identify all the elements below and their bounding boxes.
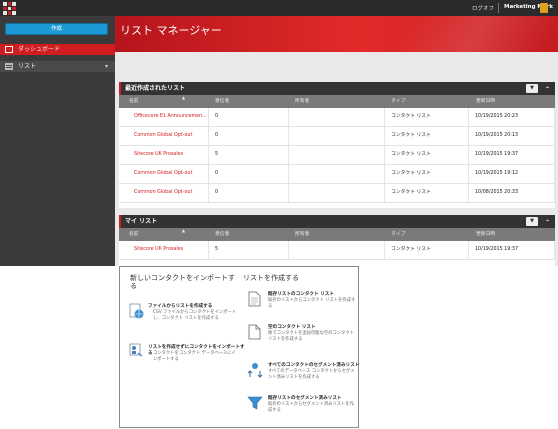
option-description: 既存のリストからコンタクト リストを作成する xyxy=(268,298,356,309)
cell-name[interactable]: Sitecore UK Prosales xyxy=(119,146,209,164)
cell-updated: 10/08/2015 20:33 xyxy=(469,184,555,202)
topbar-separator xyxy=(498,3,499,13)
top-bar: ログオフ Marketing Mark xyxy=(0,0,558,16)
table-row[interactable]: Officecore E1 Announcemen... 0 コンタクト リスト 10… xyxy=(119,108,555,127)
panel-title: 最近作成されたリスト xyxy=(125,85,186,92)
cell-type: コンタクト リスト xyxy=(385,165,469,183)
empty-document-icon xyxy=(248,324,261,340)
column-header-owner[interactable]: 所有者 xyxy=(295,95,309,108)
option-description: CSV ファイルからコンタクトをインポートし、コンタクト リストを作成する xyxy=(153,310,237,321)
column-header-recipients[interactable]: 受信者 xyxy=(215,228,229,241)
sidebar-item-label: ダッシュボード xyxy=(18,46,61,53)
cell-owner xyxy=(289,184,385,202)
cell-updated: 10/19/2015 20:13 xyxy=(469,127,555,145)
import-section-title: 新しいコンタクトをインポートする xyxy=(130,274,235,290)
sidebar-item-dashboard[interactable]: ダッシュボード xyxy=(0,44,115,55)
column-header-type[interactable]: タイプ xyxy=(391,95,405,108)
create-section-title: リストを作成する xyxy=(243,274,299,282)
logout-link[interactable]: ログオフ xyxy=(472,4,494,12)
table-header: 名前 ▲ 受信者 所有者 タイプ 更新日時 xyxy=(119,228,555,241)
column-header-owner[interactable]: 所有者 xyxy=(295,228,309,241)
option-description: 既存のリストからセグメント済みリストを作成する xyxy=(268,402,354,413)
sidebar-item-label: リスト xyxy=(18,63,37,70)
file-globe-icon xyxy=(129,303,144,319)
cell-name[interactable]: Common Global Opt-out xyxy=(119,165,209,183)
table-row[interactable]: Common Global Opt-out 0 コンタクト リスト 10/19/201… xyxy=(119,165,555,184)
cell-recipients: 0 xyxy=(209,184,289,202)
table-row[interactable]: Sitecore UK Prosales 5 コンタクト リスト 10/19/2015… xyxy=(119,146,555,165)
cell-owner xyxy=(289,108,385,126)
recent-lists-panel: 最近作成されたリスト ▼ ⌃ 名前 ▲ 受信者 所有者 タイプ 更新日時 Off… xyxy=(119,82,555,208)
import-create-card: 新しいコンタクトをインポートする リストを作成する ファイルからリストを作成する… xyxy=(119,266,359,428)
panel-title: マイ リスト xyxy=(125,218,158,225)
page-header: リスト マネージャー xyxy=(115,16,558,52)
cell-owner xyxy=(289,127,385,145)
all-contacts-segment-icon xyxy=(247,363,263,378)
sidebar: 作成 ダッシュボード リスト ▾ xyxy=(0,16,115,266)
cell-type: コンタクト リスト xyxy=(385,146,469,164)
funnel-segment-icon xyxy=(247,396,263,410)
cell-recipients: 0 xyxy=(209,108,289,126)
option-title: 空のコンタクト リスト xyxy=(268,325,316,330)
sort-asc-icon[interactable]: ▲ xyxy=(182,228,185,233)
sitecore-logo[interactable] xyxy=(3,2,16,15)
cell-name[interactable]: Common Global Opt-out xyxy=(119,184,209,202)
cell-name[interactable]: Common Global Opt-out xyxy=(119,127,209,145)
my-lists-panel: マイ リスト ▼ ⌃ 名前 ▲ 受信者 所有者 タイプ 更新日時 Sitecor… xyxy=(119,215,555,266)
user-avatar[interactable] xyxy=(540,3,548,13)
column-header-name[interactable]: 名前 xyxy=(129,228,139,241)
option-description: 後でコンタクトを追加可能な空のコンタクト リストを作成する xyxy=(268,331,354,342)
cell-type: コンタクト リスト xyxy=(385,241,469,259)
cell-recipients: 0 xyxy=(209,165,289,183)
column-header-type[interactable]: タイプ xyxy=(391,228,405,241)
dropdown-button[interactable]: ▼ xyxy=(526,84,538,93)
cell-type: コンタクト リスト xyxy=(385,127,469,145)
cell-updated: 10/19/2015 20:23 xyxy=(469,108,555,126)
column-header-updated[interactable]: 更新日時 xyxy=(476,228,495,241)
option-title: 既存リストのコンタクト リスト xyxy=(268,292,334,297)
dropdown-button[interactable]: ▼ xyxy=(526,217,538,226)
chevron-down-icon[interactable]: ▾ xyxy=(105,61,108,72)
panel-header: マイ リスト ▼ ⌃ xyxy=(119,215,555,228)
monitor-icon xyxy=(5,46,13,53)
panel-header: 最近作成されたリスト ▼ ⌃ xyxy=(119,82,555,95)
cell-name[interactable]: Sitecore UK Prosales xyxy=(119,241,209,259)
list-icon xyxy=(5,63,13,70)
cell-name[interactable]: Officecore E1 Announcemen... xyxy=(119,108,209,126)
cell-recipients: 0 xyxy=(209,127,289,145)
cell-updated: 10/19/2015 19:37 xyxy=(469,241,555,259)
cell-recipients: 5 xyxy=(209,146,289,164)
column-header-updated[interactable]: 更新日時 xyxy=(476,95,495,108)
option-title: 既存リストのセグメント済みリスト xyxy=(268,396,342,401)
option-title: すべてのコンタクトのセグメント済みリスト xyxy=(268,363,360,368)
option-description: すべてのデータベース コンタクトからセグメント済みリストを作成する xyxy=(268,369,355,380)
document-icon xyxy=(248,291,261,307)
create-button[interactable]: 作成 xyxy=(5,23,108,35)
table-row[interactable]: Common Global Opt-out 0 コンタクト リスト 10/08/201… xyxy=(119,184,555,203)
cell-owner xyxy=(289,165,385,183)
column-header-name[interactable]: 名前 xyxy=(129,95,139,108)
sidebar-item-lists[interactable]: リスト ▾ xyxy=(0,61,115,72)
contacts-import-icon xyxy=(129,343,143,357)
option-description: コンタクトをコンタクト データベースにインポートする xyxy=(153,351,236,362)
cell-type: コンタクト リスト xyxy=(385,108,469,126)
cell-recipients: 5 xyxy=(209,241,289,259)
cell-updated: 10/19/2015 19:37 xyxy=(469,146,555,164)
cell-type: コンタクト リスト xyxy=(385,184,469,202)
table-row[interactable]: Sitecore UK Prosales 5 コンタクト リスト 10/19/2015… xyxy=(119,241,555,260)
option-title: ファイルからリストを作成する xyxy=(148,304,213,309)
cell-updated: 10/19/2015 19:12 xyxy=(469,165,555,183)
column-header-recipients[interactable]: 受信者 xyxy=(215,95,229,108)
cell-owner xyxy=(289,241,385,259)
table-header: 名前 ▲ 受信者 所有者 タイプ 更新日時 xyxy=(119,95,555,108)
table-row[interactable]: Common Global Opt-out 0 コンタクト リスト 10/19/201… xyxy=(119,127,555,146)
cell-owner xyxy=(289,146,385,164)
page-title: リスト マネージャー xyxy=(120,24,222,37)
sort-asc-icon[interactable]: ▲ xyxy=(182,95,185,100)
